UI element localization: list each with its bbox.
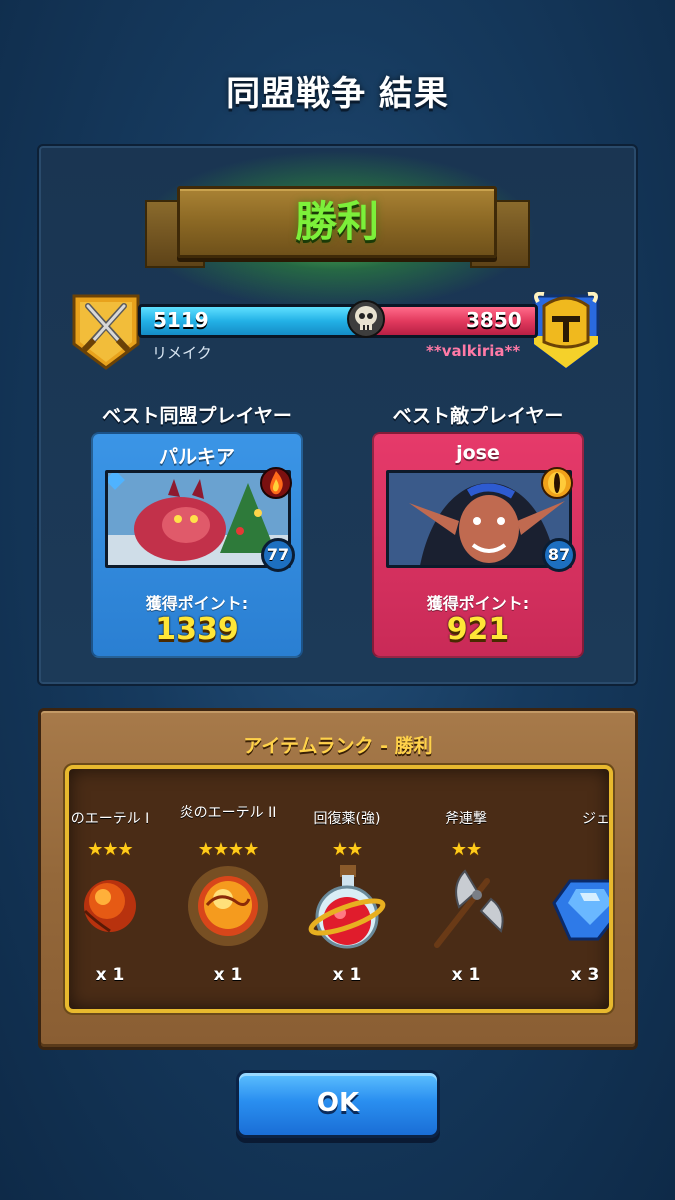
item-name: 炎のエーテル II — [179, 805, 277, 821]
enemy-points-label: 獲得ポイント: — [426, 594, 530, 613]
item-stars: ★★ — [331, 839, 363, 860]
enemy-score: 3850 — [466, 308, 522, 332]
ally-score: 5119 — [153, 308, 209, 332]
reward-item[interactable]: 斧連撃 ★★ x 1 — [407, 769, 525, 1009]
item-quantity: x 3 — [570, 965, 600, 985]
ally-points-label: 獲得ポイント: — [145, 594, 249, 613]
reward-item[interactable]: ジェム x 3 — [526, 769, 610, 1009]
dark-eye-element-icon — [541, 467, 573, 499]
item-stars: ★★★★ — [197, 839, 260, 860]
enemy-points-value: 921 — [446, 612, 510, 647]
item-quantity: x 1 — [213, 965, 243, 985]
fire-ether-icon — [83, 880, 136, 933]
ally-team-name: リメイク — [152, 344, 212, 362]
ally-points-value: 1339 — [155, 612, 239, 647]
item-rewards-panel: アイテムランク - 勝利 のエーテル I ★★★ x 1 炎のエーテル II ★… — [38, 708, 638, 1050]
ok-button[interactable]: OK — [236, 1070, 440, 1138]
battle-axe-icon — [434, 869, 504, 948]
victory-ribbon: 勝利 — [177, 186, 497, 258]
ok-button-label: OK — [316, 1088, 360, 1118]
victory-label: 勝利 — [294, 197, 379, 246]
item-quantity: x 1 — [451, 965, 481, 985]
crossed-swords-crest-icon — [72, 294, 140, 370]
reward-item[interactable]: 回復薬(強) ★★ x 1 — [288, 769, 406, 1009]
item-name: 斧連撃 — [445, 811, 487, 827]
best-enemy-heading: ベスト敵プレイヤー — [392, 405, 564, 427]
enemy-hero-level: 87 — [542, 538, 576, 572]
gem-icon — [552, 879, 609, 941]
potion-icon — [308, 865, 386, 949]
best-ally-heading: ベスト同盟プレイヤー — [102, 405, 292, 427]
item-stars: ★★ — [450, 839, 482, 860]
fire-ether-icon — [188, 866, 268, 946]
enemy-player-name: jose — [456, 442, 500, 464]
item-list[interactable]: のエーテル I ★★★ x 1 炎のエーテル II ★★★★ x 1 回復薬(強… — [65, 765, 613, 1013]
item-quantity: x 1 — [332, 965, 362, 985]
best-enemy-card[interactable]: jose 87 獲得ポイント: 921 — [372, 432, 584, 658]
item-name: 回復薬(強) — [313, 811, 381, 827]
ally-hero-level: 77 — [261, 538, 295, 572]
item-stars: ★★★ — [87, 839, 133, 860]
item-rank-title: アイテムランク - 勝利 — [243, 735, 433, 757]
page-title: 同盟戦争 結果 — [226, 74, 449, 114]
enemy-team-name: **valkiria** — [426, 342, 521, 360]
reward-item[interactable]: 炎のエーテル II ★★★★ x 1 — [169, 769, 287, 1009]
reward-item[interactable]: のエーテル I ★★★ x 1 — [69, 769, 169, 1009]
item-name: ジェム — [582, 811, 610, 827]
ally-player-name: パルキア — [158, 446, 235, 468]
fire-element-icon — [260, 467, 292, 499]
best-ally-card[interactable]: パルキア 77 獲得ポイント: 1339 — [91, 432, 303, 658]
item-quantity: x 1 — [95, 965, 125, 985]
skull-icon — [347, 300, 385, 338]
golden-helmet-crest-icon — [532, 292, 600, 370]
